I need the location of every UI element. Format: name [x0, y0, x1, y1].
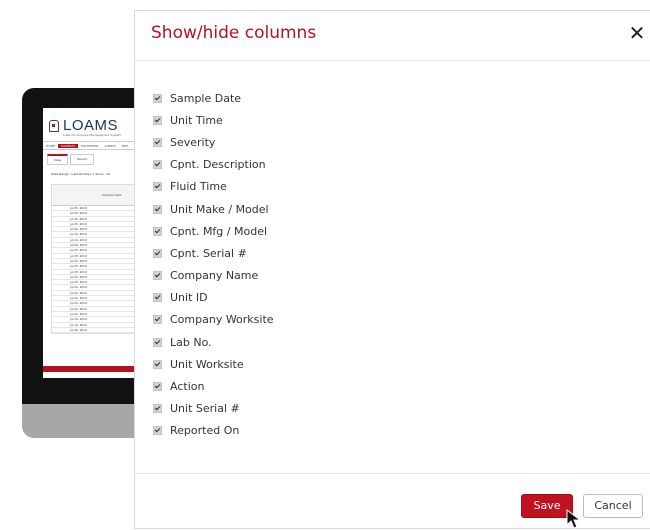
nav-item-samples[interactable]: SAMPLES [58, 143, 78, 148]
cancel-button[interactable]: Cancel [583, 494, 643, 518]
column-checkbox[interactable] [153, 359, 162, 369]
column-checkbox[interactable] [153, 248, 162, 258]
tab-view[interactable]: View [47, 154, 69, 165]
column-toggle-item[interactable]: Unit Serial # [153, 398, 274, 420]
column-checkbox[interactable] [153, 137, 162, 147]
column-toggle-item[interactable]: Reported On [153, 420, 274, 442]
app-logo-subtitle: Lube Oil Analysis Management System [63, 133, 122, 137]
column-label[interactable]: Unit ID [170, 291, 208, 304]
column-toggle-item[interactable]: Action [153, 375, 274, 397]
column-label[interactable]: Cpnt. Description [170, 158, 266, 171]
column-checkbox[interactable] [153, 426, 162, 436]
column-header-sample-date[interactable]: Sample Date [102, 193, 121, 197]
column-label[interactable]: Sample Date [170, 92, 241, 105]
column-label[interactable]: Action [170, 380, 204, 393]
column-checkbox[interactable] [153, 226, 162, 236]
column-checkbox[interactable] [153, 271, 162, 281]
column-checkbox[interactable] [153, 115, 162, 125]
column-checkbox[interactable] [153, 204, 162, 214]
column-label[interactable]: Unit Make / Model [170, 203, 269, 216]
column-checkbox[interactable] [153, 337, 162, 347]
close-icon[interactable]: ✕ [626, 21, 648, 45]
column-toggle-item[interactable]: Cpnt. Mfg / Model [153, 220, 274, 242]
column-toggle-item[interactable]: Sample Date [153, 87, 274, 109]
nav-item-equipment[interactable]: EQUIPMENT [78, 144, 102, 148]
tab-search[interactable]: Search [70, 154, 95, 165]
nav-item-reports[interactable]: REP [119, 144, 131, 148]
column-label[interactable]: Unit Worksite [170, 358, 244, 371]
dialog-header: Show/hide columns ✕ [135, 11, 650, 61]
column-toggle-item[interactable]: Cpnt. Description [153, 154, 274, 176]
column-label[interactable]: Fluid Time [170, 180, 227, 193]
column-toggle-item[interactable]: Unit Time [153, 109, 274, 131]
show-hide-columns-dialog: Show/hide columns ✕ Sample Date Unit Time… [134, 10, 650, 529]
column-checkbox-list: Sample Date Unit Time Severity Cpnt. Descri… [153, 87, 274, 442]
column-toggle-item[interactable]: Company Name [153, 265, 274, 287]
column-label[interactable]: Cpnt. Mfg / Model [170, 225, 267, 238]
column-label[interactable]: Cpnt. Serial # [170, 247, 247, 260]
column-label[interactable]: Lab No. [170, 336, 212, 349]
column-toggle-item[interactable]: Unit Make / Model [153, 198, 274, 220]
nav-item-labels[interactable]: LABELS [102, 144, 119, 148]
column-label[interactable]: Unit Time [170, 114, 223, 127]
column-label[interactable]: Reported On [170, 424, 239, 437]
column-checkbox[interactable] [153, 315, 162, 325]
column-checkbox[interactable] [153, 160, 162, 170]
column-checkbox[interactable] [153, 93, 162, 103]
tab-row: View Search [47, 154, 95, 165]
column-label[interactable]: Company Worksite [170, 313, 274, 326]
app-logo: LOAMS [63, 117, 119, 134]
column-checkbox[interactable] [153, 404, 162, 414]
dialog-title: Show/hide columns [151, 23, 317, 43]
column-toggle-item[interactable]: Lab No. [153, 331, 274, 353]
column-label[interactable]: Company Name [170, 269, 258, 282]
column-checkbox[interactable] [153, 182, 162, 192]
nav-item-home[interactable]: HOME [43, 144, 58, 148]
logo-icon [49, 120, 59, 132]
column-toggle-item[interactable]: Unit ID [153, 287, 274, 309]
column-label[interactable]: Severity [170, 136, 215, 149]
mouse-pointer-icon [566, 509, 582, 529]
column-toggle-item[interactable]: Company Worksite [153, 309, 274, 331]
column-toggle-item[interactable]: Fluid Time [153, 176, 274, 198]
filter-bar[interactable]: Date Range : Last 90 Days × Show : All [51, 172, 110, 176]
column-checkbox[interactable] [153, 382, 162, 392]
column-label[interactable]: Unit Serial # [170, 402, 240, 415]
column-checkbox[interactable] [153, 293, 162, 303]
column-toggle-item[interactable]: Unit Worksite [153, 353, 274, 375]
column-toggle-item[interactable]: Severity [153, 131, 274, 153]
column-toggle-item[interactable]: Cpnt. Serial # [153, 242, 274, 264]
